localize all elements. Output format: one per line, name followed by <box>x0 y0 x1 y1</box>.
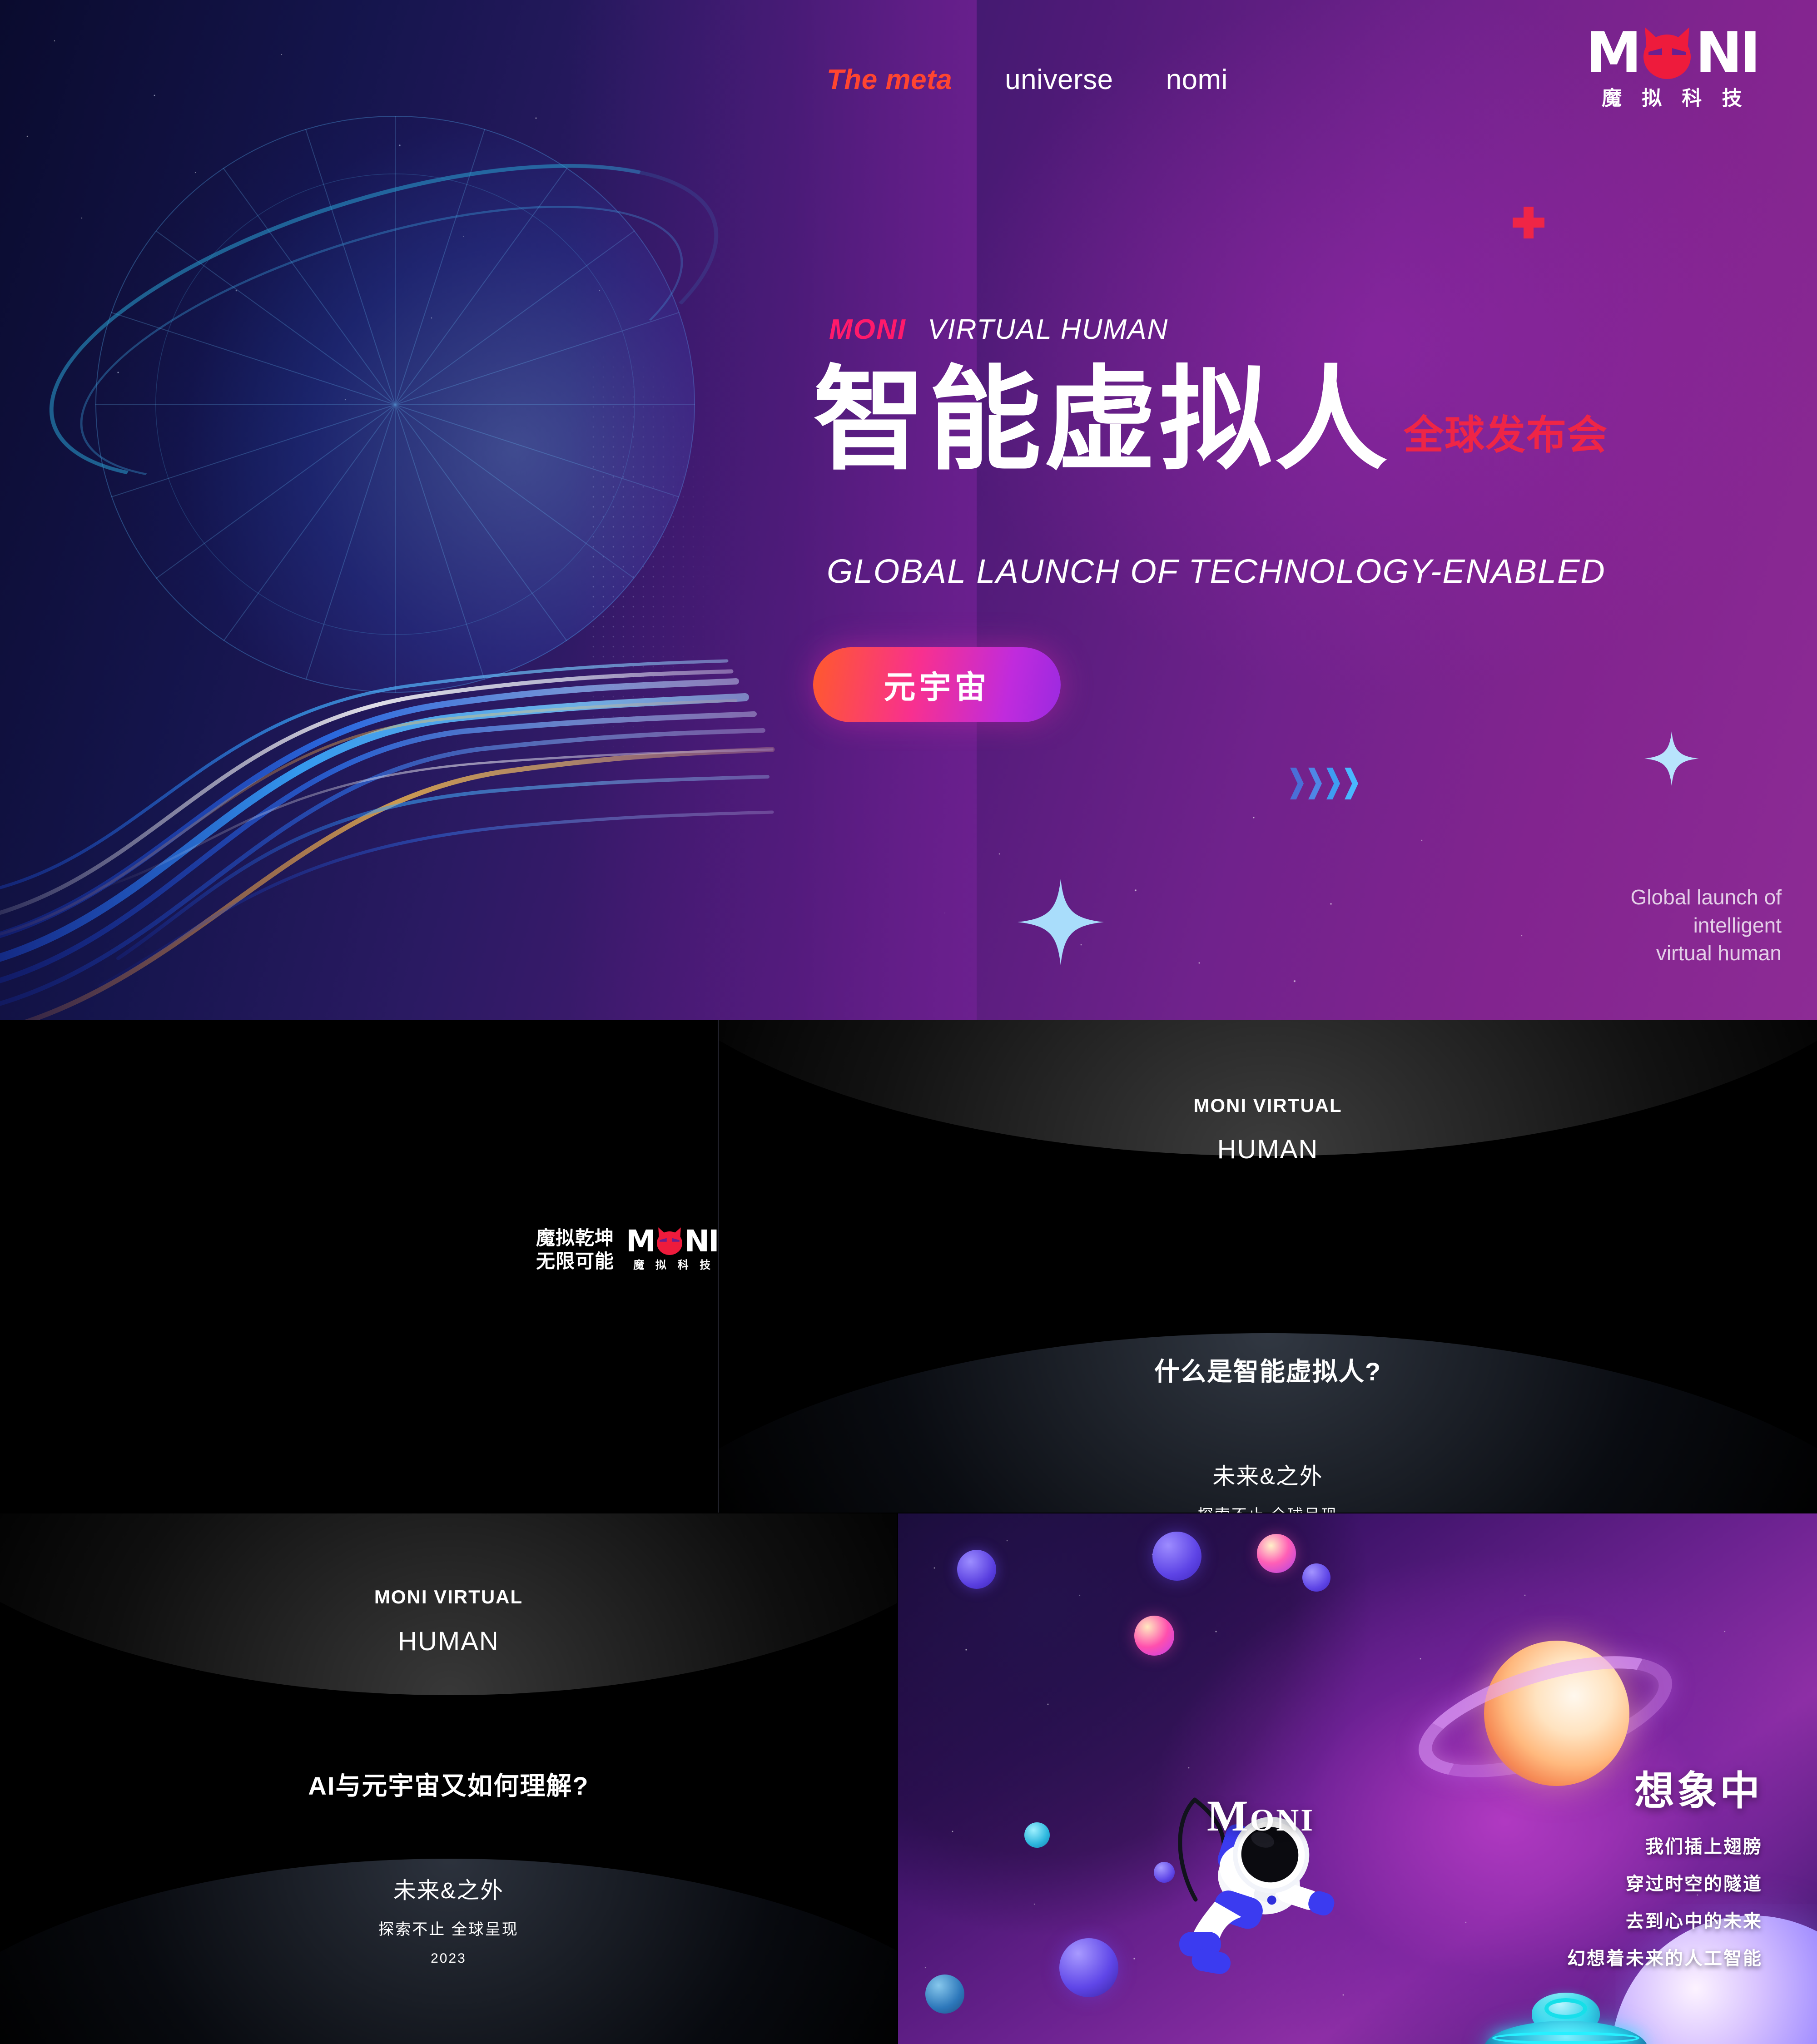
brand-letter-ni-small: NI <box>684 1224 720 1259</box>
panel-cosmic-imagination: MONI 想象中 我们插上翅膀 穿过时空的隧道 去到心中的未来 幻想着未来的人工… <box>898 1513 1817 2044</box>
panel-c-question: AI与元宇宙又如何理解? <box>308 1771 589 1800</box>
hero-title-tag: 全球发布会 <box>1404 412 1608 457</box>
hero-eyebrow-brand: MONI <box>829 314 906 345</box>
panel-ai-metaverse: MONI VIRTUAL HUMAN AI与元宇宙又如何理解? 未来&之外 探索… <box>0 1513 897 2044</box>
hero-title: 智能虚拟人 全球发布会 <box>813 363 1608 476</box>
planet-cyan-small <box>1024 1822 1050 1848</box>
panel-b-question: 什么是智能虚拟人? <box>1154 1357 1382 1386</box>
panel-b-textblock: 未来&之外 探索不止 全球呈现 2023 <box>719 1458 1817 1513</box>
hero-banner: The meta universe nomi M NI 魔 拟 科 技 MONI… <box>0 0 1817 1020</box>
cosmic-poem-title: 想象中 <box>1634 1768 1762 1813</box>
panel-c-line2: 探索不止 全球呈现 <box>378 1921 519 1938</box>
nav-item-the-meta[interactable]: The meta <box>827 64 952 96</box>
brand-chinese-name-small: 魔 拟 科 技 <box>633 1259 715 1271</box>
panel-b-kicker-big: HUMAN <box>1217 1135 1319 1164</box>
cosmic-poem: 想象中 我们插上翅膀 穿过时空的隧道 去到心中的未来 幻想着未来的人工智能 <box>1567 1759 1762 1970</box>
metaverse-cta-button[interactable]: 元宇宙 <box>813 647 1061 722</box>
hero-note-line2: intelligent <box>1693 913 1782 937</box>
hero-eyebrow: MONI VIRTUAL HUMAN <box>829 313 1168 346</box>
brand-letter-ni: NI <box>1695 20 1761 86</box>
hero-title-cn: 智能虚拟人 <box>813 357 1390 483</box>
brand-chinese-name: 魔 拟 科 技 <box>1601 87 1749 109</box>
nav-item-nomi[interactable]: nomi <box>1166 64 1228 96</box>
brand-logo[interactable]: M NI 魔 拟 科 技 <box>1585 20 1761 111</box>
brand-slogan: 魔拟乾坤 无限可能 <box>536 1226 614 1273</box>
cosmic-moni-rest: ONI <box>1250 1802 1315 1837</box>
planet-purple-top <box>1152 1532 1201 1581</box>
devil-face-icon-small <box>654 1225 685 1255</box>
planet-pink-top <box>1257 1534 1296 1573</box>
plus-cross-decoration-icon <box>1513 207 1544 238</box>
hero-eyebrow-text: VIRTUAL HUMAN <box>928 314 1169 345</box>
hero-note-line3: virtual human <box>1656 941 1782 965</box>
panel-c-line3: 2023 <box>431 1951 467 1966</box>
devil-face-icon <box>1638 24 1696 79</box>
sparkle-star-small-icon <box>1644 731 1699 786</box>
planet-tiny-purple <box>1302 1563 1330 1592</box>
ufo-graphic <box>1484 1993 1648 2044</box>
panel-what-is-virtual-human: MONI VIRTUAL HUMAN 什么是智能虚拟人? 未来&之外 探索不止 … <box>719 1020 1817 1513</box>
brand-lockup: 魔拟乾坤 无限可能 M NI 魔 拟 科 技 <box>536 1224 720 1273</box>
brand-wordmark: M NI <box>1585 20 1761 86</box>
panel-b-kicker: MONI VIRTUAL <box>1193 1095 1342 1116</box>
panel-b-line1: 未来&之外 <box>1212 1464 1323 1489</box>
cosmic-poem-line-4: 幻想着未来的人工智能 <box>1567 1949 1762 1969</box>
planet-pink-mid <box>1134 1616 1174 1656</box>
cosmic-moni-cap: M <box>1207 1791 1250 1840</box>
metaverse-cta-label: 元宇宙 <box>884 670 990 705</box>
cosmic-poem-line-2: 穿过时空的隧道 <box>1626 1874 1762 1894</box>
cosmic-moni-wordmark: MONI <box>1207 1791 1315 1841</box>
panel-c-line1: 未来&之外 <box>393 1878 504 1903</box>
cosmic-poem-line-3: 去到心中的未来 <box>1626 1911 1762 1931</box>
hero-note-line1: Global launch of <box>1630 885 1782 909</box>
brand-slogan-line1: 魔拟乾坤 <box>536 1227 615 1249</box>
brand-logo-small: M NI 魔 拟 科 技 <box>626 1224 720 1272</box>
panel-b-line2: 探索不止 全球呈现 <box>719 1503 1817 1513</box>
planet-cyan-bottom <box>925 1975 964 2014</box>
planet-purple-bottom <box>1059 1938 1118 1997</box>
hero-gradient-overlay <box>568 0 977 1020</box>
planet-small-purple <box>957 1550 996 1589</box>
brand-letter-m: M <box>1585 20 1642 86</box>
panel-c-textblock: 未来&之外 探索不止 全球呈现 2023 <box>0 1872 897 1966</box>
chevron-arrows-icon <box>1290 768 1358 799</box>
hero-subtitle-en: GLOBAL LAUNCH OF TECHNOLOGY-ENABLED <box>827 552 1606 590</box>
panel-c-kicker: MONI VIRTUAL <box>374 1586 523 1607</box>
top-navigation[interactable]: The meta universe nomi <box>827 64 1228 96</box>
brand-slogan-line2: 无限可能 <box>536 1250 615 1272</box>
brand-letter-m-small: M <box>626 1224 656 1259</box>
hero-side-note: Global launch of intelligent virtual hum… <box>1631 883 1782 967</box>
brand-wordmark-small: M NI <box>626 1224 720 1259</box>
sparkle-star-icon <box>1018 879 1104 965</box>
panel-c-kicker-big: HUMAN <box>398 1627 499 1656</box>
cosmic-poem-line-1: 我们插上翅膀 <box>1645 1837 1762 1857</box>
nav-item-universe[interactable]: universe <box>1005 64 1113 96</box>
